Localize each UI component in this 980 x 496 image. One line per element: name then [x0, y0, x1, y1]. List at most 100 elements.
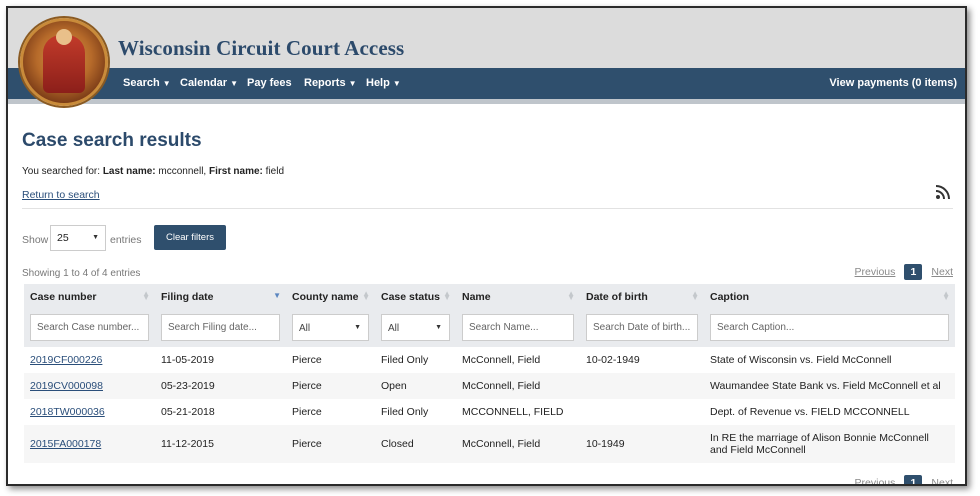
nav-subbar [8, 99, 965, 104]
sort-icon: ▲ ▼ [142, 289, 150, 302]
table-row: 2015FA000178 11-12-2015 Pierce Closed Mc… [24, 425, 955, 463]
site-title[interactable]: Wisconsin Circuit Court Access [118, 36, 404, 61]
col-header-case-number[interactable]: Case number ▲ ▼ [24, 284, 155, 309]
nav-pay-fees-label: Pay fees [247, 77, 292, 89]
county-cell: Pierce [286, 425, 375, 463]
col-header-county-name[interactable]: County name ▲ ▼ [286, 284, 375, 309]
case-number-link[interactable]: 2019CF000226 [30, 354, 102, 366]
filter-cell [704, 309, 955, 347]
filing-date-cell: 05-21-2018 [161, 406, 215, 418]
name-cell: McConnell, Field [456, 425, 580, 463]
col-header-case-status[interactable]: Case status ▲ ▼ [375, 284, 456, 309]
case-number-cell: 2019CF000226 [24, 347, 155, 373]
nav-search[interactable]: Search ▼ [123, 77, 171, 89]
filter-cell: All ▼ [375, 309, 456, 347]
last-name-value: mcconnell, [158, 166, 207, 177]
col-header-caption[interactable]: Caption ▲ ▼ [704, 284, 955, 309]
case-number-cell: 2015FA000178 [24, 425, 155, 463]
first-name-value: field [265, 166, 285, 177]
caption-cell: State of Wisconsin vs. Field McConnell [710, 354, 892, 366]
nav-pay-fees[interactable]: Pay fees [247, 77, 292, 89]
sort-icon: ▲ ▼ [942, 289, 950, 302]
caption-filter-input[interactable] [710, 314, 949, 341]
entries-per-page-select[interactable]: 25 ▼ [50, 225, 106, 251]
col-header-label: Caption [710, 290, 750, 303]
page-number-button[interactable]: 1 [904, 475, 923, 484]
caption-cell: Dept. of Revenue vs. FIELD MCCONNELL [710, 406, 910, 418]
col-header-name[interactable]: Name ▲ ▼ [456, 284, 580, 309]
court-seal-logo[interactable] [20, 18, 108, 106]
nav-reports[interactable]: Reports ▼ [304, 77, 356, 89]
view-payments-link[interactable]: View payments (0 items) [829, 77, 957, 89]
entries-label: entries [110, 234, 142, 246]
dob-cell: 10-02-1949 [586, 354, 640, 366]
previous-page-link[interactable]: Previous [855, 477, 896, 484]
county-filter-select[interactable]: All ▼ [292, 314, 369, 341]
dob-filter-input[interactable] [586, 314, 698, 341]
caption-cell: In RE the marriage of Alison Bonnie McCo… [704, 425, 955, 463]
page-number-button[interactable]: 1 [904, 264, 923, 280]
filing-date-cell: 11-12-2015 [155, 425, 286, 463]
status-cell: Filed Only [381, 354, 429, 366]
status-filter-select[interactable]: All ▼ [381, 314, 450, 341]
col-header-label: Name [462, 290, 491, 303]
county-filter-value: All [299, 323, 311, 334]
pagination-top: Previous 1 Next [855, 264, 953, 280]
county-cell: Pierce [286, 373, 375, 399]
status-cell: Open [375, 373, 456, 399]
case-number-filter-input[interactable] [30, 314, 149, 341]
caret-down-icon: ▼ [354, 324, 361, 331]
clear-filters-button[interactable]: Clear filters [154, 225, 226, 250]
filter-cell [155, 309, 286, 347]
filing-date-cell: 05-23-2019 [155, 373, 286, 399]
status-cell: Filed Only [381, 406, 429, 418]
nav-help-label: Help [366, 77, 390, 89]
filing-date-cell: 11-05-2019 [161, 354, 214, 366]
col-header-filing-date[interactable]: Filing date ▼ [155, 284, 286, 309]
filter-cell [580, 309, 704, 347]
first-name-label: First name: [208, 166, 263, 177]
sort-icon: ▲ ▼ [443, 289, 451, 302]
page-title: Case search results [22, 130, 202, 151]
county-cell: Pierce [292, 354, 322, 366]
nav-calendar-label: Calendar [180, 77, 228, 89]
case-number-link[interactable]: 2019CV000098 [30, 380, 103, 392]
nav-calendar[interactable]: Calendar ▼ [180, 77, 238, 89]
main-nav: Search ▼ Calendar ▼ Pay fees Reports ▼ Help… [8, 68, 965, 99]
county-cell: Pierce [292, 406, 322, 418]
browser-frame: Wisconsin Circuit Court Access Search ▼ C… [6, 6, 967, 486]
case-number-link[interactable]: 2015FA000178 [30, 438, 101, 450]
rss-icon[interactable] [935, 184, 951, 200]
previous-page-link[interactable]: Previous [855, 266, 896, 278]
caption-cell: Waumandee State Bank vs. Field McConnell… [704, 373, 955, 399]
filter-cell [24, 309, 155, 347]
table-row: 2019CF000226 11-05-2019 Pierce Filed Onl… [24, 347, 955, 373]
case-number-link[interactable]: 2018TW000036 [30, 406, 105, 418]
show-label: Show [22, 234, 49, 246]
seal-figure-head [56, 29, 72, 45]
results-table: Case number ▲ ▼ Filing date ▼ County name ▲ ▼… [24, 284, 955, 463]
search-summary: You searched for: Last name: mcconnell, … [22, 166, 284, 177]
next-page-link[interactable]: Next [931, 477, 953, 484]
col-header-date-of-birth[interactable]: Date of birth ▲ ▼ [580, 284, 704, 309]
dob-cell: 10-1949 [580, 425, 704, 463]
return-to-search-link[interactable]: Return to search [22, 189, 100, 201]
caret-down-icon: ▼ [92, 234, 99, 241]
next-page-link[interactable]: Next [931, 266, 953, 278]
sort-icon: ▲ ▼ [691, 289, 699, 302]
nav-help[interactable]: Help ▼ [366, 77, 401, 89]
name-filter-input[interactable] [462, 314, 574, 341]
status-cell: Closed [375, 425, 456, 463]
filing-date-filter-input[interactable] [161, 314, 280, 341]
case-number-cell: 2018TW000036 [24, 399, 155, 425]
caret-down-icon: ▼ [392, 79, 401, 88]
dob-cell [580, 373, 704, 399]
table-header-row: Case number ▲ ▼ Filing date ▼ County name ▲ ▼… [24, 284, 955, 309]
name-cell: MCCONNELL, FIELD [462, 406, 564, 418]
sort-descending-icon: ▼ [273, 291, 281, 300]
entries-per-page-value: 25 [57, 232, 69, 244]
name-cell: McConnell, Field [456, 373, 580, 399]
nav-reports-label: Reports [304, 77, 346, 89]
showing-entries-text: Showing 1 to 4 of 4 entries [22, 268, 141, 279]
caret-down-icon: ▼ [230, 79, 238, 88]
